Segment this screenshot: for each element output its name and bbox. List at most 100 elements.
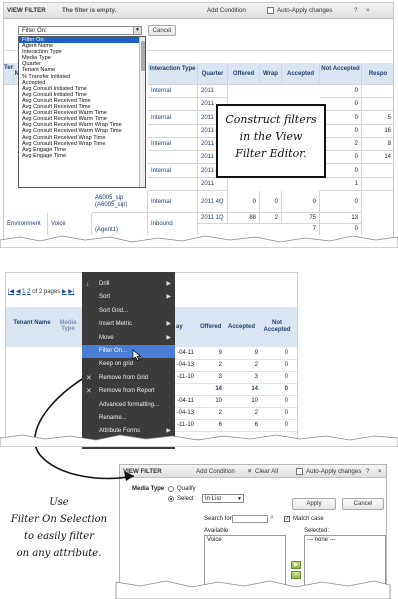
col-header-offered[interactable]: Offered — [228, 63, 260, 85]
empty-cell — [148, 177, 198, 191]
empty-cell — [148, 124, 198, 138]
search-for-label: Search for: — [204, 516, 234, 522]
clear-all-icon[interactable]: ✕ — [247, 468, 252, 475]
chevron-down-icon[interactable]: ▼ — [133, 27, 141, 34]
menu-item[interactable]: Advanced formatting... — [82, 399, 175, 412]
list-item[interactable]: Voice — [207, 537, 283, 543]
menu-item[interactable]: Keep on grid — [82, 358, 175, 371]
respo-cell: 8 — [362, 138, 393, 151]
agent-cell-2[interactable]: (Agent1) — [92, 213, 148, 235]
page-1-link[interactable]: 1 — [22, 289, 25, 295]
menu-item[interactable]: Rename... — [82, 412, 175, 425]
torn-edge-bottom — [115, 580, 391, 599]
close-icon[interactable]: × — [378, 468, 382, 475]
interaction-type-cell-2: Inbound — [148, 213, 198, 235]
accepted-cell: 0 — [282, 191, 320, 213]
submenu-arrow-icon: ▶ — [166, 281, 171, 287]
chevron-down-icon[interactable]: ▼ — [237, 495, 242, 503]
not-accepted-cell: 2 — [320, 138, 362, 151]
apply-button[interactable]: Apply — [292, 498, 336, 510]
list-item[interactable]: --- none --- — [307, 537, 383, 543]
auto-apply-checkbox[interactable] — [296, 468, 303, 475]
col-header-not-accepted[interactable]: Not Accepted — [320, 63, 362, 85]
not-accepted-cell: 0 — [284, 362, 288, 368]
menu-item-label: Sort — [99, 294, 111, 301]
filter-on-select[interactable]: Filter On: ▼ — [18, 26, 142, 35]
menu-item[interactable]: Filter On... — [82, 345, 175, 358]
not-accepted-cell: 0 — [320, 151, 362, 165]
auto-apply-checkbox[interactable] — [267, 7, 274, 14]
row-divider — [172, 383, 297, 384]
col-header-interaction-type[interactable]: Interaction Type — [148, 63, 198, 85]
move-right-icon[interactable]: ▶ — [291, 561, 301, 569]
last-page-icon[interactable]: ▶| — [68, 289, 74, 295]
offered-cell: 3 — [218, 374, 222, 380]
row-divider — [172, 371, 297, 372]
menu-item[interactable]: Remove from Grid ✕ — [82, 372, 175, 385]
prev-page-icon[interactable]: ◀ — [16, 289, 21, 295]
help-icon[interactable]: ? — [366, 468, 369, 475]
menu-item[interactable]: Drill ↓ ▶ — [82, 278, 175, 291]
qualify-radio[interactable] — [168, 486, 174, 492]
accepted-cell: 3 — [254, 374, 258, 380]
callout-line: Filter On Selection — [10, 514, 108, 525]
menu-item[interactable]: Move ▶ — [82, 332, 175, 345]
col-header-wrap[interactable]: Wrap — [260, 63, 282, 85]
menu-item-label: Filter On... — [99, 348, 128, 354]
cancel-button[interactable]: Cancel — [148, 25, 176, 36]
dropdown-option[interactable]: Avg Engage Time — [19, 153, 145, 159]
next-page-icon[interactable]: ▶ — [62, 289, 67, 295]
callout-filter-on-selection: Use Filter On Selection to easily filter… — [4, 494, 114, 580]
menu-item[interactable]: Remove from Report ✕ — [82, 385, 175, 398]
in-list-select[interactable]: In List ▼ — [202, 494, 244, 503]
col-header-media-type[interactable]: Media Type — [54, 320, 82, 332]
col-header-tenant-name[interactable]: Tenant Name — [12, 320, 52, 326]
quarter-cell: 2011 4Q — [198, 191, 228, 213]
match-case-checkbox[interactable]: ✓ — [284, 516, 290, 522]
not-accepted-cell: 0 — [320, 124, 362, 138]
page-2-link[interactable]: 2 — [27, 289, 30, 295]
media-type-label: Media Type — [132, 486, 165, 492]
col-header-accepted[interactable]: Accepted — [282, 63, 320, 85]
agent-cell[interactable]: A6005_sip (A6005_sip) — [92, 191, 148, 213]
callout-line: Filter Editor. — [235, 147, 307, 160]
cancel-button[interactable]: Cancel — [342, 498, 384, 510]
clear-all-link[interactable]: Clear All — [255, 468, 278, 475]
add-condition-link[interactable]: Add Condition — [196, 468, 235, 475]
pager: |◀ ◀ 1 2 of 2 pages ▶ ▶| — [8, 288, 74, 295]
col-header-offered[interactable]: Offered — [200, 324, 221, 330]
interaction-type-cell: Internal — [148, 138, 198, 151]
add-condition-link[interactable]: Add Condition — [207, 7, 246, 14]
accepted-cell: 6 — [254, 422, 258, 428]
col-header-accepted[interactable]: Accepted — [228, 324, 255, 330]
col-header-quarter[interactable]: Quarter — [198, 63, 228, 85]
not-accepted-cell: 1 — [320, 177, 362, 191]
offered-cell: 0 — [228, 191, 260, 213]
scrollbar-thumb[interactable] — [141, 41, 145, 71]
menu-item[interactable]: Sort Grid... — [82, 305, 175, 318]
help-icon[interactable]: ? — [354, 7, 357, 14]
select-radio[interactable] — [168, 496, 174, 502]
search-icon[interactable]: ⌕ — [270, 514, 274, 522]
menu-item[interactable]: Insert Metric ▶ — [82, 318, 175, 331]
search-input[interactable] — [232, 515, 268, 523]
filter-on-dropdown[interactable]: Filter On: Agent Name Interaction Type Medi… — [18, 36, 146, 188]
row-divider — [172, 419, 297, 420]
col-header-day[interactable]: ay — [176, 324, 183, 330]
dropdown-scrollbar[interactable] — [139, 37, 145, 187]
respo-cell — [362, 85, 393, 98]
menu-item[interactable]: Sort ▶ — [82, 291, 175, 304]
respo-cell: 16 — [362, 125, 393, 138]
accepted-cell-2: 75 — [282, 213, 320, 224]
col-header-tenant[interactable]: Ten — [4, 63, 14, 85]
not-accepted-cell: 0 — [284, 410, 288, 416]
first-page-icon[interactable]: |◀ — [8, 289, 14, 295]
empty-cell — [148, 151, 198, 165]
col-header-respo[interactable]: Respo — [362, 63, 393, 85]
filter-empty-message: The filter is empty. — [62, 7, 117, 14]
respo-cell: 14 — [362, 151, 393, 165]
close-icon[interactable]: × — [366, 7, 370, 14]
col-header-not-accepted[interactable]: Not Accepted — [262, 320, 292, 334]
callout-line: to easily filter — [23, 531, 95, 542]
not-accepted-cell: 0 — [284, 386, 288, 392]
